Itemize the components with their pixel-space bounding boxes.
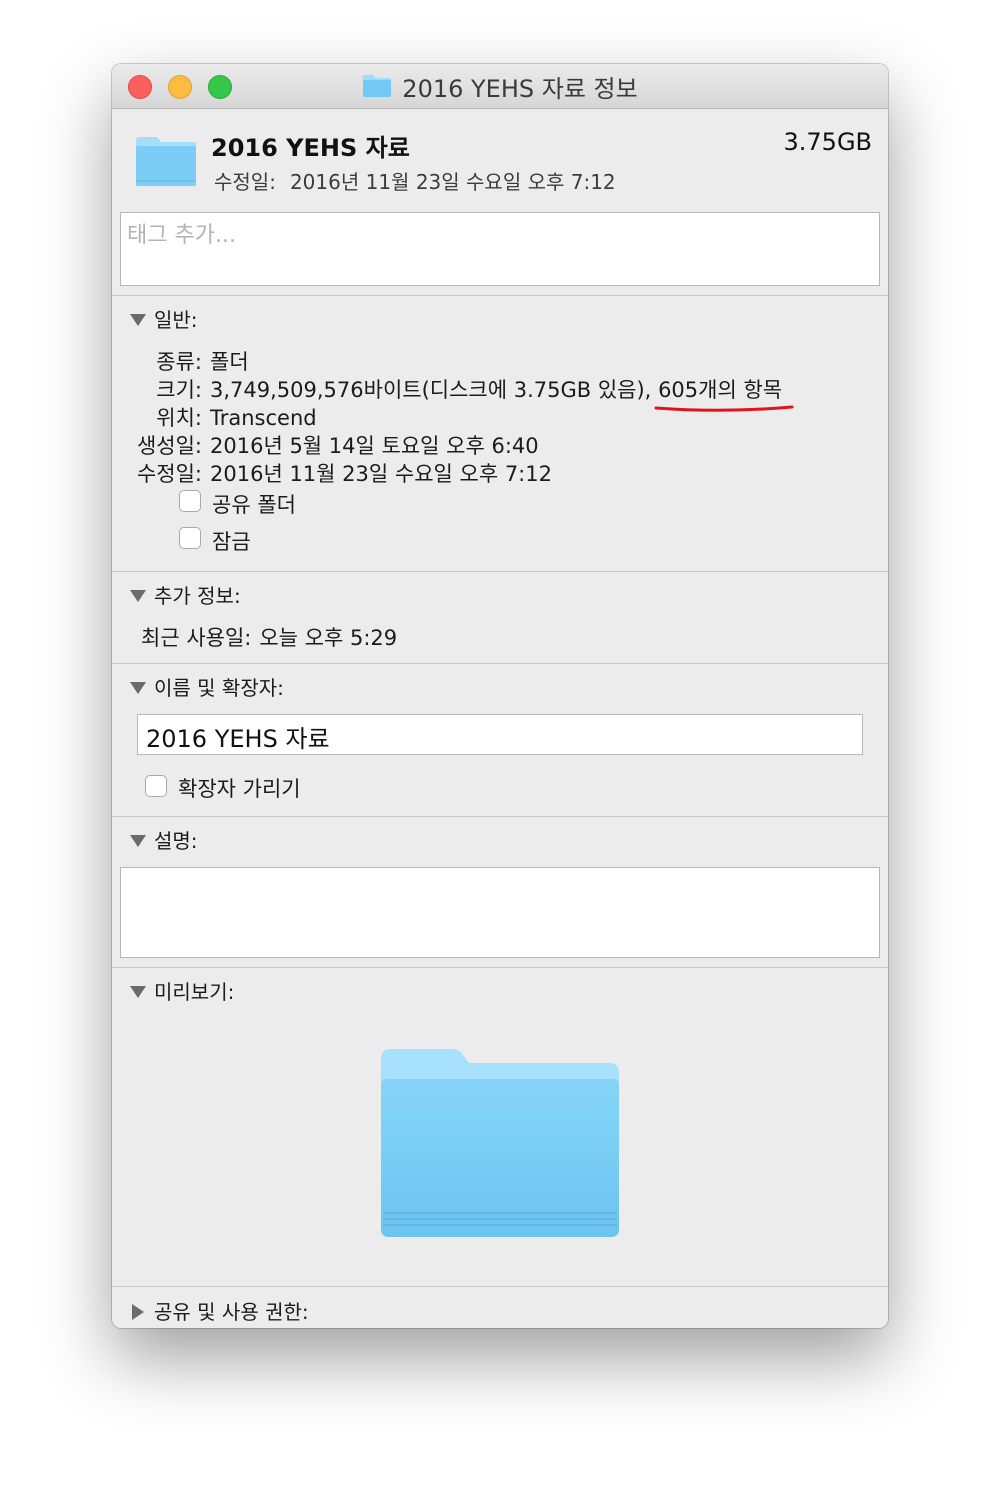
header-modified-label: 수정일: (214, 170, 276, 194)
size-value: 3,749,509,576바이트(디스크에 3.75GB 있음), (210, 378, 652, 402)
divider (112, 295, 888, 296)
section-comments-toggle[interactable]: 설명: (130, 825, 198, 854)
red-underline-annotation (654, 405, 794, 412)
comments-field[interactable] (120, 867, 880, 958)
folder-icon (363, 75, 392, 97)
tags-field[interactable]: 태그 추가... (120, 212, 880, 286)
disclosure-down-icon[interactable] (130, 588, 146, 602)
file-name: 2016 YEHS 자료 (211, 134, 410, 162)
item-count: 605개의 항목 (654, 378, 794, 412)
info-window: 2016 YEHS 자료 정보 2016 YEHS 자료 3.75GB 수정일:… (112, 64, 888, 1328)
section-preview-toggle[interactable]: 미리보기: (130, 976, 234, 1005)
folder-preview-icon (381, 1049, 619, 1237)
divider (112, 1286, 888, 1287)
section-general-title: 일반: (154, 308, 198, 332)
modified-label: 수정일: (136, 462, 202, 486)
disclosure-down-icon[interactable] (130, 833, 146, 847)
section-sharing-toggle[interactable]: 공유 및 사용 권한: (130, 1296, 309, 1325)
last-opened-row: 최근 사용일: 오늘 오후 5:29 (141, 622, 397, 652)
file-size: 3.75GB (783, 128, 873, 156)
window-title: 2016 YEHS 자료 정보 (402, 74, 638, 103)
last-opened-label: 최근 사용일: (141, 626, 252, 650)
section-sharing-title: 공유 및 사용 권한: (154, 1300, 309, 1324)
header-modified-value: 2016년 11월 23일 수요일 오후 7:12 (289, 170, 616, 194)
shared-folder-label[interactable]: 공유 폴더 (212, 489, 296, 519)
created-label: 생성일: (136, 434, 202, 458)
section-comments-title: 설명: (154, 829, 198, 853)
locked-label[interactable]: 잠금 (212, 526, 251, 556)
disclosure-down-icon[interactable] (130, 984, 146, 998)
kind-value: 폴더 (210, 350, 249, 374)
disclosure-down-icon[interactable] (130, 312, 146, 326)
divider (112, 571, 888, 572)
folder-icon (136, 137, 196, 186)
where-row: 위치: Transcend (112, 402, 317, 432)
section-more-info-title: 추가 정보: (154, 584, 241, 608)
last-opened-value: 오늘 오후 5:29 (259, 626, 398, 650)
divider (112, 816, 888, 817)
section-name-ext-toggle[interactable]: 이름 및 확장자: (130, 672, 284, 701)
section-name-ext-title: 이름 및 확장자: (154, 676, 284, 700)
modified-row: 수정일: 2016년 11월 23일 수요일 오후 7:12 (112, 458, 552, 488)
header-modified: 수정일: 2016년 11월 23일 수요일 오후 7:12 (214, 166, 616, 195)
locked-checkbox[interactable] (179, 527, 201, 549)
kind-label: 종류: (156, 350, 202, 374)
divider (112, 967, 888, 968)
section-general-toggle[interactable]: 일반: (130, 304, 198, 333)
divider (112, 663, 888, 664)
hide-extension-label[interactable]: 확장자 가리기 (178, 773, 301, 803)
size-row: 크기: 3,749,509,576바이트(디스크에 3.75GB 있음), 605… (112, 374, 794, 412)
window-title-group: 2016 YEHS 자료 정보 (112, 64, 888, 108)
item-count-text: 605개의 항목 (658, 378, 783, 402)
size-label: 크기: (156, 378, 202, 402)
created-value: 2016년 5월 14일 토요일 오후 6:40 (210, 434, 539, 458)
shared-folder-checkbox[interactable] (179, 490, 201, 512)
disclosure-right-icon[interactable] (130, 1303, 144, 1320)
title-bar[interactable]: 2016 YEHS 자료 정보 (112, 64, 888, 109)
hide-extension-checkbox[interactable] (145, 775, 167, 797)
modified-value: 2016년 11월 23일 수요일 오후 7:12 (210, 462, 552, 486)
section-preview-title: 미리보기: (154, 980, 235, 1004)
disclosure-down-icon[interactable] (130, 680, 146, 694)
name-field[interactable]: 2016 YEHS 자료 (137, 714, 863, 755)
where-value: Transcend (210, 406, 317, 430)
where-label: 위치: (156, 406, 202, 430)
created-row: 생성일: 2016년 5월 14일 토요일 오후 6:40 (112, 430, 539, 460)
kind-row: 종류: 폴더 (112, 346, 249, 376)
section-more-info-toggle[interactable]: 추가 정보: (130, 580, 241, 609)
